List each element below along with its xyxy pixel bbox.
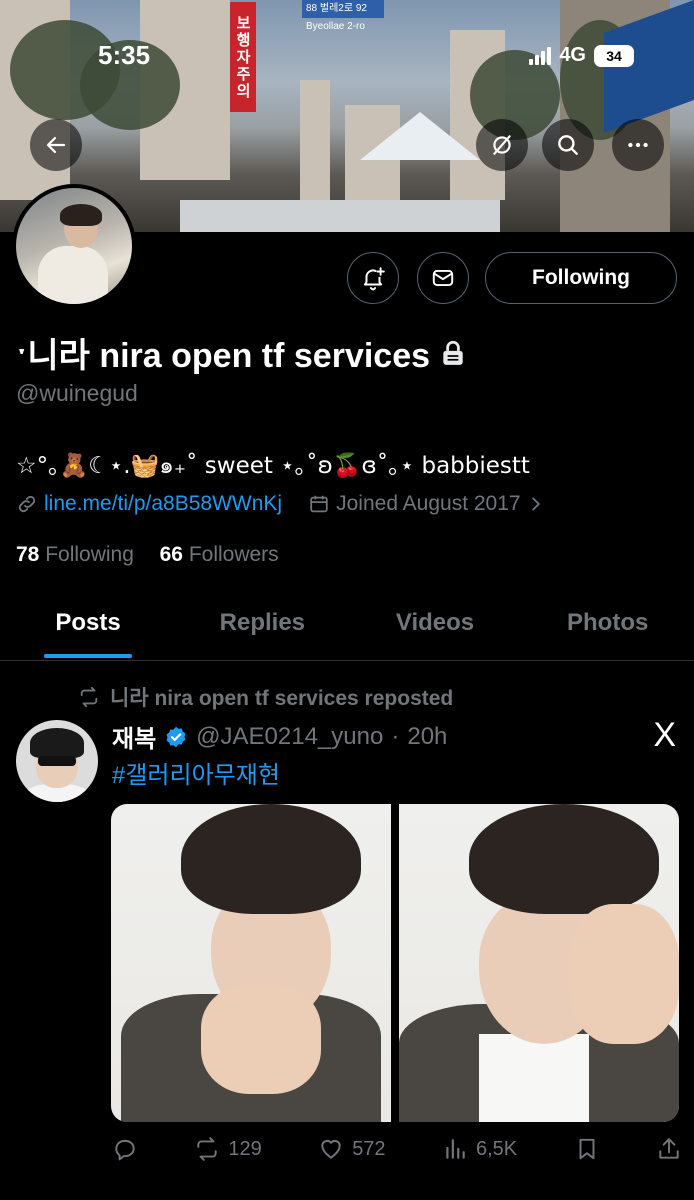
display-name: ˑ니라 nira open tf services: [16, 337, 431, 375]
share-icon: [659, 1138, 679, 1159]
follow-counts: 78 Following 66 Followers: [16, 543, 279, 567]
tab-photos[interactable]: Photos: [521, 598, 694, 660]
reply-button[interactable]: [112, 1136, 138, 1162]
signal-icon: [529, 46, 552, 65]
tab-replies[interactable]: Replies: [176, 598, 349, 660]
views-icon: [446, 1139, 465, 1159]
back-button[interactable]: [30, 119, 82, 171]
post-media[interactable]: [111, 804, 679, 1122]
tab-videos[interactable]: Videos: [349, 598, 522, 660]
post-author-name[interactable]: 재복: [112, 719, 156, 754]
like-button[interactable]: 572: [318, 1136, 386, 1162]
reply-icon: [115, 1139, 135, 1161]
profile-link[interactable]: line.me/ti/p/a8B58WWnKj: [44, 492, 282, 516]
repost-label: 니라 nira open tf services reposted: [110, 687, 454, 710]
retweet-count: 129: [228, 1137, 262, 1160]
views-count: 6,5K: [475, 1137, 518, 1160]
tab-posts[interactable]: Posts: [0, 598, 176, 660]
message-button[interactable]: [417, 252, 469, 304]
heart-icon: [321, 1139, 341, 1159]
post-separator: ·: [391, 722, 400, 750]
chevron-right-icon[interactable]: [527, 493, 545, 515]
name-prefix-mark: ˑ: [16, 337, 28, 375]
bell-plus-icon: [363, 267, 385, 291]
joined-date: Joined August 2017: [336, 492, 521, 515]
envelope-icon: [432, 269, 454, 287]
network-label: 4G: [559, 44, 586, 66]
post-photo-2[interactable]: [399, 804, 679, 1122]
profile-handle: @wuinegud: [16, 380, 138, 406]
banner-building: [300, 80, 330, 200]
profile-avatar[interactable]: [12, 184, 136, 308]
search-icon: [558, 135, 578, 155]
bookmark-button[interactable]: [574, 1136, 600, 1162]
verified-badge-icon: [166, 726, 186, 747]
views-button[interactable]: 6,5K: [442, 1136, 517, 1162]
search-button[interactable]: [542, 119, 594, 171]
post-header: 재복 @JAE0214_yuno · 20h: [112, 719, 447, 754]
status-indicators: 4G 34: [529, 44, 634, 67]
retweet-icon: [197, 1137, 218, 1161]
bookmark-icon: [579, 1138, 595, 1160]
profile-bio: ☆°｡🧸☾⋆.🧺๑₊˚ sweet ⋆｡˚ʚ🍒ɞ˚｡⋆ babbiestt: [16, 453, 530, 479]
post-hashtag[interactable]: #갤러리아무재현: [112, 755, 280, 790]
x-logo-icon: X: [653, 716, 676, 754]
calendar-icon: [310, 495, 328, 513]
battery-level: 34: [606, 47, 622, 64]
lock-icon: [443, 340, 463, 365]
post-photo-1[interactable]: [111, 804, 391, 1122]
like-count: 572: [352, 1137, 386, 1160]
more-icon: [628, 142, 648, 148]
share-button[interactable]: [656, 1136, 682, 1162]
following-button[interactable]: Following: [485, 252, 677, 304]
repost-icon: [80, 686, 98, 708]
post-author-handle[interactable]: @JAE0214_yuno: [196, 723, 383, 751]
status-time: 5:35: [98, 40, 151, 70]
following-link[interactable]: 78 Following: [16, 543, 134, 566]
post-author-avatar[interactable]: [16, 720, 98, 802]
profile-name-row: ˑ니라 nira open tf services: [16, 328, 466, 377]
profile-meta: line.me/ti/p/a8B58WWnKj Joined August 20…: [16, 492, 545, 516]
arrow-left-icon: [46, 136, 66, 154]
banner-road-sign: 88 벌레2로 92 Byeollae 2-ro: [302, 0, 384, 32]
notifications-button[interactable]: [347, 252, 399, 304]
followers-link[interactable]: 66 Followers: [160, 543, 279, 566]
banner-street-sign: 보행자주의: [230, 2, 256, 112]
grok-icon: [493, 135, 511, 155]
retweet-button[interactable]: 129: [194, 1136, 262, 1162]
banner-road: [180, 200, 500, 232]
battery-icon: 34: [594, 44, 634, 67]
repost-indicator: 니라 nira open tf services reposted: [78, 682, 453, 712]
post-actions: 129 572 6,5K: [112, 1136, 682, 1162]
link-icon: [18, 495, 36, 513]
profile-tabs: Posts Replies Videos Photos: [0, 598, 694, 661]
grok-button[interactable]: [476, 119, 528, 171]
post-time: 20h: [407, 722, 448, 750]
more-button[interactable]: [612, 119, 664, 171]
